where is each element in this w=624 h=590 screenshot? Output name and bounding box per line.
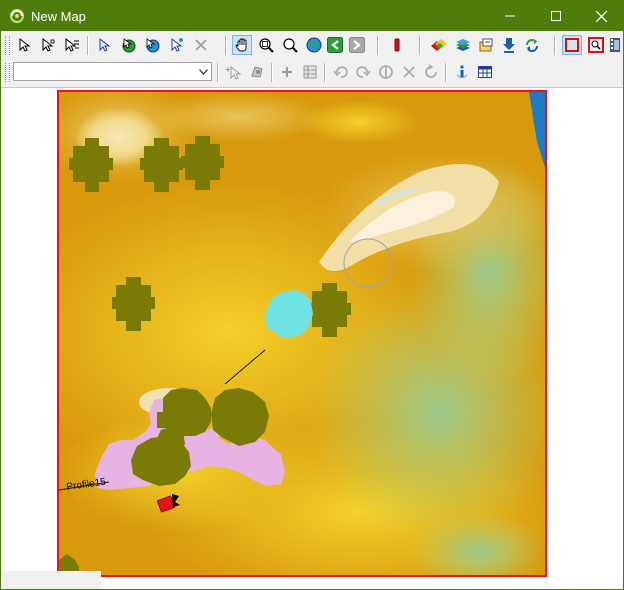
delete-vertex-button[interactable] bbox=[399, 62, 419, 82]
film-icon bbox=[610, 38, 620, 52]
globe-select-2-button[interactable] bbox=[142, 35, 162, 55]
toolbar-separator bbox=[87, 36, 89, 55]
undo-icon bbox=[333, 66, 348, 78]
toolbar-separator bbox=[554, 36, 556, 55]
midland-north bbox=[299, 100, 419, 144]
layers-stack-button[interactable] bbox=[453, 35, 473, 55]
add-point-icon bbox=[226, 65, 242, 80]
select-edit-button[interactable] bbox=[38, 35, 58, 55]
cross-icon bbox=[403, 66, 415, 78]
back-button[interactable] bbox=[325, 35, 345, 55]
pencil-icon bbox=[394, 38, 400, 52]
refresh-button[interactable] bbox=[522, 35, 542, 55]
film-button[interactable] bbox=[605, 35, 624, 55]
pencil-button[interactable] bbox=[387, 35, 407, 55]
info-icon bbox=[456, 65, 468, 78]
table-icon bbox=[478, 66, 492, 78]
select-edit-icon bbox=[42, 37, 55, 52]
merge-icon bbox=[379, 65, 393, 79]
frame-select-icon bbox=[565, 38, 579, 52]
rotate-icon bbox=[425, 64, 437, 78]
edit-shape-icon bbox=[251, 66, 263, 78]
attribute-table-button[interactable] bbox=[475, 62, 495, 82]
pan-button[interactable] bbox=[232, 35, 252, 55]
grid-button[interactable] bbox=[300, 62, 320, 82]
layer-select-dropdown[interactable] bbox=[13, 62, 212, 81]
globe-select-icon bbox=[122, 38, 136, 53]
info-button[interactable] bbox=[452, 62, 472, 82]
pointer-star-button[interactable] bbox=[166, 35, 186, 55]
globe-button[interactable] bbox=[304, 35, 324, 55]
merge-button[interactable] bbox=[376, 62, 396, 82]
select-attribute-icon bbox=[65, 37, 79, 52]
app-logo-icon bbox=[9, 8, 25, 24]
zoom-area-button[interactable] bbox=[256, 35, 276, 55]
toolbar-grip[interactable] bbox=[5, 36, 10, 55]
terrain-map[interactable]: Profile15 bbox=[59, 92, 545, 575]
download-button[interactable] bbox=[499, 35, 519, 55]
frame-zoom-icon bbox=[588, 37, 604, 53]
edit-shape-button[interactable] bbox=[247, 62, 267, 82]
maximize-icon bbox=[551, 11, 561, 21]
plus-icon bbox=[282, 67, 292, 77]
undo-button[interactable] bbox=[331, 62, 351, 82]
select-arrow-button[interactable] bbox=[14, 35, 34, 55]
chevron-down-icon bbox=[195, 63, 211, 80]
minimize-icon bbox=[505, 15, 515, 17]
map-layers-button[interactable] bbox=[476, 35, 496, 55]
select-feature-icon bbox=[99, 37, 111, 52]
select-arrow-icon bbox=[19, 37, 31, 52]
status-strip bbox=[1, 571, 101, 589]
toolbar-separator bbox=[419, 36, 421, 55]
select-attribute-button[interactable] bbox=[62, 35, 82, 55]
map-window: New Map Profile15 bbox=[0, 0, 624, 590]
minimize-button[interactable] bbox=[487, 1, 533, 31]
delete-x-icon bbox=[195, 39, 207, 51]
redo-button[interactable] bbox=[353, 62, 373, 82]
zoom-area-icon bbox=[259, 38, 274, 53]
toolbar-separator bbox=[324, 63, 326, 82]
layers-stack-icon bbox=[456, 39, 470, 51]
redo-icon bbox=[356, 66, 371, 78]
pan-hand-icon bbox=[235, 38, 247, 52]
forward-arrow-icon bbox=[349, 37, 365, 53]
back-arrow-icon bbox=[327, 37, 343, 53]
frame-zoom-button[interactable] bbox=[586, 35, 606, 55]
grid-icon bbox=[303, 65, 317, 79]
edit-toolbar bbox=[1, 59, 623, 86]
frame-select-button[interactable] bbox=[562, 35, 582, 55]
zoom-icon bbox=[283, 38, 298, 53]
pointer-star-icon bbox=[171, 37, 183, 52]
close-button[interactable] bbox=[578, 1, 624, 31]
delete-selection-button[interactable] bbox=[191, 35, 211, 55]
toolbar-separator bbox=[445, 63, 447, 82]
globe-icon bbox=[306, 37, 322, 53]
rotate-button[interactable] bbox=[421, 62, 441, 82]
main-toolbar bbox=[1, 32, 623, 59]
map-frame[interactable]: Profile15 bbox=[57, 90, 547, 577]
toolbar-area bbox=[1, 31, 623, 88]
layers-color-button[interactable] bbox=[429, 35, 449, 55]
zoom-button[interactable] bbox=[280, 35, 300, 55]
globe-select-2-icon bbox=[146, 38, 160, 53]
map-layers-icon bbox=[479, 38, 493, 52]
globe-select-button[interactable] bbox=[118, 35, 138, 55]
map-view[interactable]: Profile15 bbox=[1, 88, 623, 589]
maximize-button[interactable] bbox=[533, 1, 579, 31]
toolbar-grip[interactable] bbox=[5, 63, 10, 82]
forward-button[interactable] bbox=[347, 35, 367, 55]
download-arrow-icon bbox=[503, 38, 515, 53]
toolbar-separator bbox=[377, 36, 379, 55]
title-bar: New Map bbox=[1, 1, 623, 31]
toolbar-separator bbox=[217, 63, 219, 82]
layers-color-icon bbox=[431, 39, 447, 51]
toolbar-separator bbox=[271, 63, 273, 82]
add-vertex-button[interactable] bbox=[277, 62, 297, 82]
window-title: New Map bbox=[31, 9, 86, 24]
select-feature-button[interactable] bbox=[94, 35, 114, 55]
refresh-arrows-icon bbox=[526, 39, 538, 52]
toolbar-separator bbox=[225, 36, 227, 55]
add-point-button[interactable] bbox=[224, 62, 244, 82]
close-icon bbox=[595, 10, 607, 22]
